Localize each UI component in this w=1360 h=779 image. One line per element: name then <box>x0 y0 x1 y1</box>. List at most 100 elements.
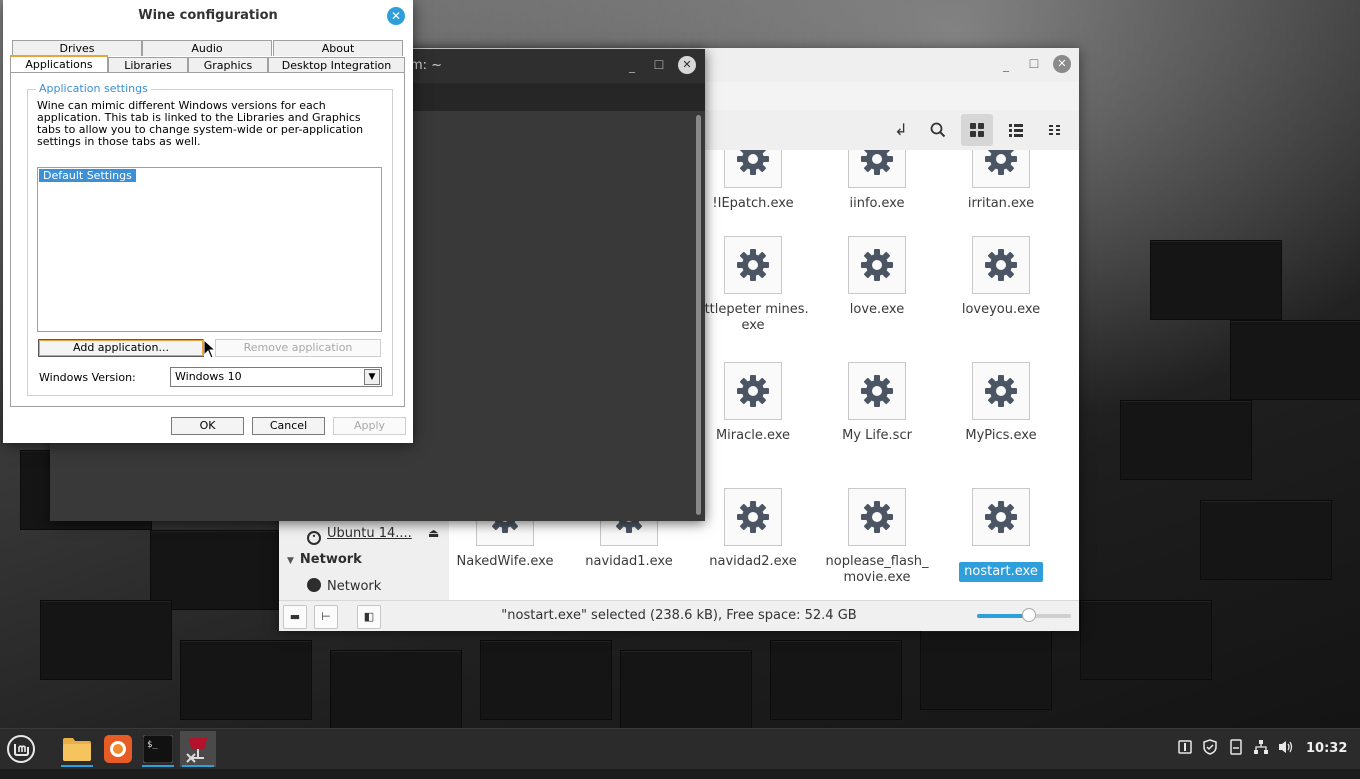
executable-gear-icon <box>724 150 782 188</box>
maximize-button[interactable]: ☐ <box>650 56 668 74</box>
search-icon[interactable] <box>922 114 954 146</box>
file-item[interactable]: irritan.exe <box>939 150 1063 212</box>
document-icon[interactable] <box>1227 739 1245 757</box>
list-item[interactable]: Default Settings <box>39 169 136 182</box>
file-item[interactable]: loveyou.exe <box>939 236 1063 318</box>
wallpaper-tile <box>920 630 1052 710</box>
tab-libraries[interactable]: Libraries <box>108 57 188 73</box>
file-name: noplease_flash_ movie.exe <box>825 554 929 585</box>
clock[interactable]: 10:32 <box>1306 729 1347 769</box>
file-item[interactable]: !IEpatch.exe <box>691 150 815 212</box>
file-name: littlepeter mines. exe <box>697 302 809 333</box>
active-indicator <box>61 765 93 767</box>
apply-button[interactable]: Apply <box>333 417 406 435</box>
file-item[interactable]: Miracle.exe <box>691 362 815 444</box>
show-places-icon[interactable]: ▬ <box>283 605 307 629</box>
tab-audio[interactable]: Audio <box>142 40 272 56</box>
svg-text:$_: $_ <box>147 740 158 750</box>
executable-gear-icon <box>724 488 782 546</box>
toggle-sidebar-icon[interactable]: ◧ <box>357 605 381 629</box>
remove-application-button[interactable]: Remove application <box>215 339 381 357</box>
icon-view-icon[interactable] <box>961 114 993 146</box>
file-name: loveyou.exe <box>961 302 1041 317</box>
zoom-slider[interactable] <box>977 608 1071 622</box>
compact-view-icon[interactable] <box>1039 114 1071 146</box>
menu-icon[interactable] <box>3 731 39 767</box>
maximize-button[interactable]: ☐ <box>1025 55 1043 73</box>
tab-drives[interactable]: Drives <box>12 40 142 56</box>
ok-button[interactable]: OK <box>171 417 244 435</box>
network-icon[interactable] <box>1252 739 1270 757</box>
file-name: Miracle.exe <box>715 428 791 443</box>
tab-graphics[interactable]: Graphics <box>188 57 268 73</box>
executable-gear-icon <box>972 150 1030 188</box>
chevron-down-icon[interactable]: ▼ <box>364 369 380 385</box>
wallpaper-tile <box>1200 500 1332 580</box>
status-text: "nostart.exe" selected (238.6 kB), Free … <box>501 608 857 623</box>
executable-gear-icon <box>848 362 906 420</box>
list-view-icon[interactable] <box>1000 114 1032 146</box>
show-tree-icon[interactable]: ⊢ <box>314 605 338 629</box>
active-indicator <box>142 765 174 767</box>
sidebar-item-label: Ubuntu 14.... <box>327 526 412 541</box>
file-name: NakedWife.exe <box>456 554 554 569</box>
minimize-button[interactable]: _ <box>623 57 641 75</box>
file-manager-sidebar: • Ubuntu 14.... ⏏ ▼ Network Network <box>279 518 449 600</box>
windows-version-select[interactable]: Windows 10 ▼ <box>170 367 382 387</box>
wine-icon[interactable] <box>180 731 216 767</box>
executable-gear-icon <box>848 236 906 294</box>
file-item[interactable]: MyPics.exe <box>939 362 1063 444</box>
executable-gear-icon <box>848 488 906 546</box>
sidebar-item-device[interactable]: • Ubuntu 14.... ⏏ <box>307 522 439 545</box>
mouse-cursor-icon <box>203 339 217 359</box>
file-name: nostart.exe <box>959 562 1043 582</box>
volume-icon[interactable] <box>1277 739 1295 757</box>
firefox-icon[interactable] <box>100 731 136 767</box>
tab-about[interactable]: About <box>273 40 403 56</box>
sidebar-item-network[interactable]: Network <box>307 576 381 598</box>
file-item[interactable]: nostart.exe <box>939 488 1063 582</box>
minimize-button[interactable]: _ <box>997 56 1015 74</box>
file-item[interactable]: My Life.scr <box>815 362 939 444</box>
add-application-button[interactable]: Add application... <box>38 339 204 357</box>
file-item[interactable]: iinfo.exe <box>815 150 939 212</box>
sidebar-item-label: Network <box>327 579 382 594</box>
cancel-button[interactable]: Cancel <box>252 417 325 435</box>
terminal-icon[interactable]: $_ <box>140 731 176 767</box>
close-button[interactable]: ✕ <box>387 7 405 25</box>
file-item[interactable]: noplease_flash_ movie.exe <box>815 488 939 586</box>
wallpaper-tile <box>180 640 312 720</box>
zoom-slider-fill <box>977 614 1029 618</box>
eject-icon[interactable]: ⏏ <box>428 526 439 540</box>
sidebar-section-network[interactable]: ▼ Network <box>287 552 362 567</box>
dialog-title: Wine configuration <box>138 8 278 23</box>
wallpaper-tile <box>480 640 612 720</box>
file-item[interactable]: navidad2.exe <box>691 488 815 570</box>
window-title: m: ~ <box>410 58 443 73</box>
shield-icon[interactable] <box>1201 739 1219 757</box>
file-name: !IEpatch.exe <box>712 196 794 211</box>
file-name: MyPics.exe <box>965 428 1037 443</box>
files-icon[interactable] <box>59 731 95 767</box>
wallpaper-tile <box>1120 400 1252 480</box>
file-name: iinfo.exe <box>849 196 905 211</box>
executable-gear-icon <box>972 236 1030 294</box>
application-list[interactable]: Default Settings <box>37 167 382 332</box>
tab-applications[interactable]: Applications <box>10 55 108 73</box>
executable-gear-icon <box>972 488 1030 546</box>
zoom-slider-handle[interactable] <box>1021 608 1036 622</box>
file-name: navidad2.exe <box>709 554 797 569</box>
tab-desktop-integration[interactable]: Desktop Integration <box>268 57 405 73</box>
wallpaper-tile <box>40 600 172 680</box>
taskbar: $_ 10:32 <box>0 728 1360 769</box>
file-item[interactable]: love.exe <box>815 236 939 318</box>
terminal-scrollbar[interactable] <box>696 115 701 515</box>
file-item[interactable]: littlepeter mines. exe <box>691 236 815 334</box>
open-terminal-icon[interactable]: ↲ <box>885 114 917 146</box>
file-name: navidad1.exe <box>585 554 673 569</box>
disc-icon: • <box>307 531 321 545</box>
update-manager-icon[interactable] <box>1176 739 1194 757</box>
close-button[interactable]: ✕ <box>678 56 696 74</box>
executable-gear-icon <box>724 236 782 294</box>
close-button[interactable]: ✕ <box>1053 55 1071 73</box>
